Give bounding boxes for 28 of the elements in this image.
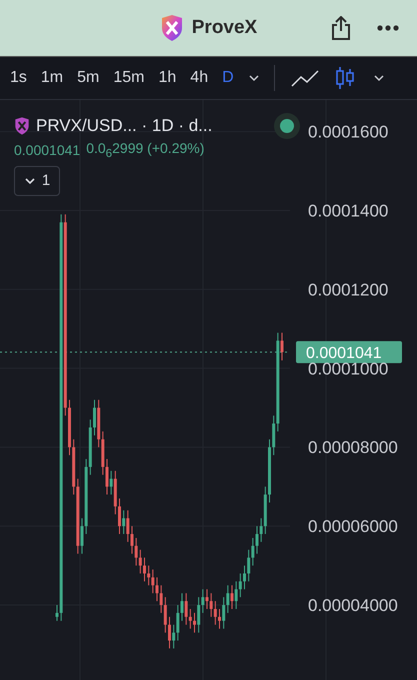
line-chart-icon[interactable]	[290, 68, 319, 87]
price-change: 0.0$_{6}$2999 (+0.29%)	[86, 140, 204, 160]
chevron-down-icon	[24, 176, 36, 185]
app-title: ProveX	[192, 16, 258, 39]
axis-label: 0.0001600	[308, 122, 388, 142]
axis-label: 0.00004000	[308, 596, 398, 616]
status-dot	[280, 119, 294, 133]
share-icon[interactable]	[331, 16, 351, 40]
shield-logo-icon	[160, 14, 184, 41]
symbol-label[interactable]: PRVX/USD... · 1D · d...	[36, 116, 212, 136]
chevron-down-icon[interactable]	[372, 74, 385, 82]
last-price-tag: 0.0001041	[296, 341, 402, 364]
axis-label: 0.0001400	[308, 201, 388, 220]
chevron-down-icon[interactable]	[248, 74, 260, 82]
axis-label: 0.00008000	[308, 438, 398, 458]
candles-icon[interactable]	[334, 66, 355, 90]
interval-tab[interactable]: 5m	[71, 68, 106, 87]
price-value: 0.0001041	[14, 142, 80, 158]
interval-tab[interactable]: D	[216, 68, 240, 87]
interval-tab[interactable]: 4h	[184, 68, 214, 87]
interval-tab[interactable]: 1h	[152, 68, 182, 87]
more-icon[interactable]	[377, 25, 399, 31]
interval-tab[interactable]: 1s	[4, 68, 33, 87]
interval-tab[interactable]: 15m	[107, 68, 150, 87]
axis-label: 0.00006000	[308, 517, 398, 536]
axis-label: 0.0001200	[308, 280, 388, 300]
interval-tab[interactable]: 1m	[34, 68, 70, 87]
indicators-toggle[interactable]: 1	[14, 166, 60, 196]
